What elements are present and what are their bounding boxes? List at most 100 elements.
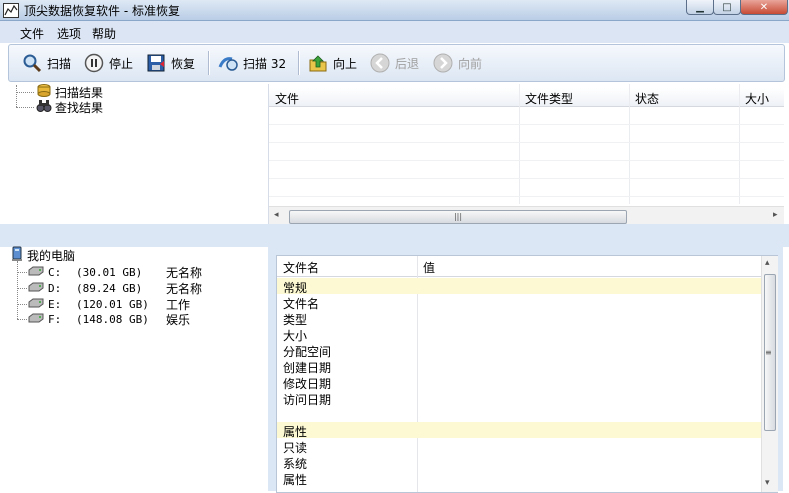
minimize-button[interactable]: ▁ (686, 0, 714, 15)
scan-label: 扫描 (47, 56, 72, 71)
properties-header: 文件名 值 (277, 256, 761, 277)
drive-letter: D: (48, 281, 62, 295)
close-button[interactable]: ✕ (740, 0, 788, 15)
scroll-down-icon[interactable]: ▾ (765, 478, 770, 488)
toolbar-separator (208, 51, 210, 75)
drive-item-f[interactable]: F: (148.08 GB) 娱乐 (28, 311, 190, 327)
scan32-button[interactable]: 扫描 32 (217, 51, 286, 75)
hard-drive-icon (28, 298, 44, 311)
scan32-label: 扫描 32 (243, 56, 287, 71)
binoculars-icon (36, 99, 52, 116)
drive-letter: F: (48, 312, 62, 326)
tree-line (17, 304, 27, 305)
folder-up-icon (307, 52, 329, 74)
maximize-icon: □ (722, 1, 732, 13)
magnifier-icon (21, 52, 43, 74)
column-divider (739, 84, 740, 204)
drive-letter: C: (48, 265, 62, 279)
drive-size: (30.01 GB) (76, 265, 143, 279)
column-status[interactable]: 状态 (635, 90, 659, 107)
tree-line (17, 261, 18, 319)
window-title: 顶尖数据恢复软件 - 标准恢复 (24, 4, 180, 18)
find-results-label: 查找结果 (55, 100, 104, 115)
floppy-disk-icon (145, 52, 167, 74)
properties-pane: 文件名 值 常规 文件名 类型 大小 分配空间 创建日期 修改日期 访问日期 属… (268, 247, 783, 493)
property-row[interactable]: 系统 (277, 454, 761, 471)
grid-line (269, 142, 784, 143)
property-row[interactable]: 访问日期 (277, 390, 761, 407)
drive-item-d[interactable]: D: (89.24 GB) 无名称 (28, 280, 202, 296)
menu-bar: 文件 选项 帮助 (0, 21, 789, 43)
forward-label: 向前 (458, 56, 483, 71)
scroll-up-icon[interactable]: ▴ (765, 258, 770, 268)
property-row[interactable]: 只读 (277, 438, 761, 455)
menu-help[interactable]: 帮助 (92, 25, 116, 42)
scan-button[interactable]: 扫描 (21, 51, 71, 75)
property-row[interactable]: 大小 (277, 326, 761, 343)
scroll-right-icon[interactable]: ▸ (773, 210, 778, 220)
property-row[interactable]: 属性 (277, 470, 761, 487)
back-label: 后退 (395, 56, 420, 71)
scroll-thumb[interactable]: ||| (289, 210, 627, 224)
scroll-grip-icon: ≡ (765, 348, 772, 357)
property-label: 属性 (283, 473, 308, 487)
title-bar: 顶尖数据恢复软件 - 标准恢复 ▁ □ ✕ (0, 0, 789, 21)
back-button[interactable]: 后退 (369, 51, 419, 75)
tree-line (17, 288, 27, 289)
column-filename[interactable]: 文件名 (283, 259, 319, 276)
forward-button[interactable]: 向前 (432, 51, 482, 75)
property-row[interactable]: 创建日期 (277, 358, 761, 375)
pane-splitter[interactable] (0, 224, 789, 247)
tree-item-my-computer[interactable]: 我的电脑 (10, 246, 76, 263)
properties-grid: 文件名 值 常规 文件名 类型 大小 分配空间 创建日期 修改日期 访问日期 属… (276, 255, 778, 493)
drive-size: (120.01 GB) (76, 297, 149, 311)
minimize-icon: ▁ (696, 1, 704, 13)
tree-line (16, 107, 34, 108)
maximize-button[interactable]: □ (713, 0, 741, 15)
column-size[interactable]: 大小 (745, 90, 769, 107)
vertical-scrollbar[interactable]: ▴ ≡ ▾ (761, 256, 778, 492)
property-row[interactable]: 修改日期 (277, 374, 761, 391)
column-divider (519, 84, 520, 204)
tree-item-find-results[interactable]: 查找结果 (36, 99, 103, 115)
horizontal-scrollbar[interactable]: ◂ ||| ▸ (269, 206, 784, 225)
grid-line (269, 160, 784, 161)
scroll-left-icon[interactable]: ◂ (274, 210, 279, 220)
column-file-type[interactable]: 文件类型 (525, 90, 573, 107)
up-label: 向上 (333, 56, 358, 71)
arrow-right-icon (432, 52, 454, 74)
tree-line (16, 92, 34, 93)
menu-file[interactable]: 文件 (20, 25, 44, 42)
restore-button[interactable]: 恢复 (145, 51, 195, 75)
up-button[interactable]: 向上 (307, 51, 357, 75)
grid-line (269, 124, 784, 125)
file-list-header: 文件 文件类型 状态 大小 (269, 88, 784, 107)
property-row[interactable]: 分配空间 (277, 342, 761, 359)
column-file[interactable]: 文件 (275, 90, 299, 107)
hard-drive-icon (28, 266, 44, 279)
menu-options[interactable]: 选项 (57, 25, 81, 42)
drive-letter: E: (48, 297, 62, 311)
stop-button[interactable]: 停止 (83, 51, 133, 75)
drive-item-c[interactable]: C: (30.01 GB) 无名称 (28, 264, 202, 280)
column-value[interactable]: 值 (423, 259, 435, 276)
results-tree: 扫描结果 查找结果 (0, 82, 266, 224)
tree-line (16, 85, 17, 107)
tree-line (17, 272, 27, 273)
drive-name: 无名称 (166, 281, 203, 296)
grid-line (269, 196, 784, 197)
drive-size: (89.24 GB) (76, 281, 143, 295)
drive-name: 无名称 (166, 265, 203, 280)
my-computer-label: 我的电脑 (27, 248, 76, 263)
hard-drive-icon (28, 313, 44, 326)
property-row[interactable]: 文件名 (277, 294, 761, 311)
grid-line (269, 178, 784, 179)
toolbar: 扫描 停止 恢复 扫描 32 向上 后退 向前 (8, 44, 785, 82)
property-row[interactable]: 类型 (277, 310, 761, 327)
column-divider (629, 84, 630, 204)
drive-name: 娱乐 (166, 312, 191, 327)
hard-drive-icon (28, 282, 44, 295)
chart-line-icon (3, 3, 19, 18)
toolbar-separator (298, 51, 300, 75)
pause-icon (83, 52, 105, 74)
